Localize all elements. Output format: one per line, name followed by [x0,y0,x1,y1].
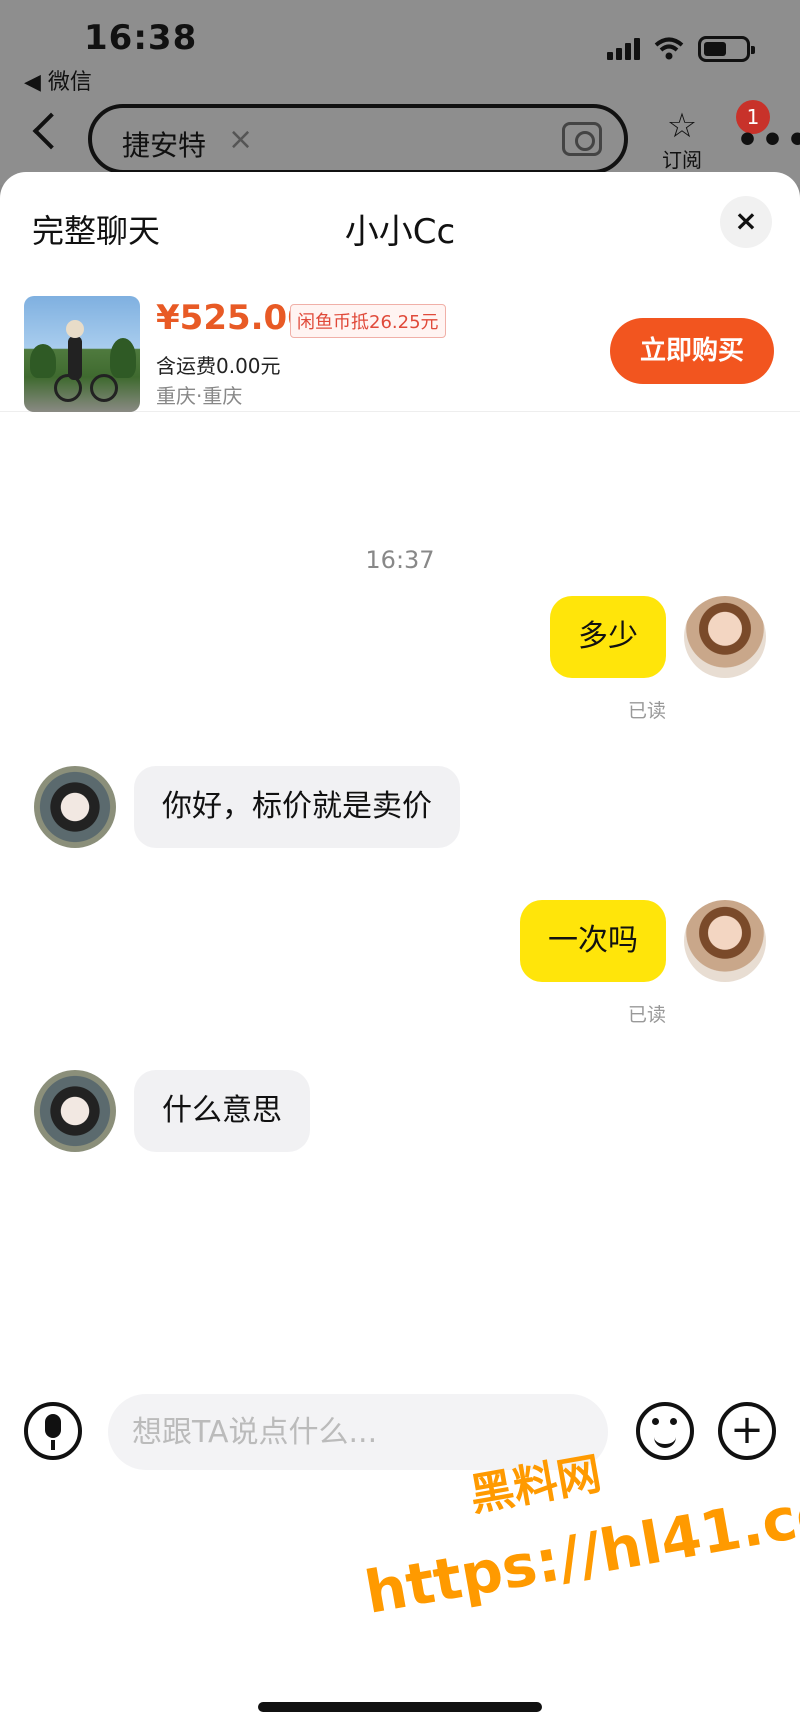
star-plus-icon: ☆ [666,106,698,146]
status-time: 16:38 [84,18,198,58]
product-location: 重庆·重庆 [156,384,243,408]
message-bubble-sent[interactable]: 一次吗 [520,900,666,982]
message-bubble-sent[interactable]: 多少 [550,596,666,678]
message-input[interactable] [108,1394,608,1470]
search-bar[interactable]: 捷安特 × [88,104,628,174]
seller-avatar[interactable] [34,766,116,848]
product-price: ¥525.00 [156,298,311,338]
clear-search-icon[interactable]: × [228,122,253,157]
read-status: 已读 [627,1004,666,1026]
chat-sheet: 完整聊天 小小Cc × ¥525.00 闲鱼币抵26.25元 含运费0.00元 … [0,172,800,1732]
my-avatar[interactable] [684,900,766,982]
battery-icon [698,36,755,62]
chat-timestamp: 16:37 [365,546,435,574]
message-input-bar: + [0,1380,800,1490]
my-avatar[interactable] [684,596,766,678]
message-bubble-received[interactable]: 你好，标价就是卖价 [134,766,460,848]
wifi-icon [654,37,684,60]
product-thumbnail[interactable] [24,296,140,412]
seller-avatar[interactable] [34,1070,116,1152]
signal-icon [607,38,640,60]
close-button[interactable]: × [720,196,772,248]
back-to-wechat[interactable]: ◀ 微信 [24,64,92,96]
microphone-icon[interactable] [24,1402,82,1460]
sheet-header: 完整聊天 小小Cc × [0,172,800,272]
subscribe-button[interactable]: ☆ 订阅 [652,108,712,173]
subscribe-label: 订阅 [662,148,702,172]
message-bubble-received[interactable]: 什么意思 [134,1070,310,1152]
product-card[interactable]: ¥525.00 闲鱼币抵26.25元 含运费0.00元 重庆·重庆 立即购买 [0,272,800,412]
ellipsis-icon: ••• [736,120,800,161]
emoji-icon[interactable] [636,1402,694,1460]
search-query[interactable]: 捷安特 [122,124,206,164]
top-bar: 16:38 ◀ 微信 捷安特 × ☆ 订阅 1 ••• [0,0,800,185]
home-indicator[interactable] [258,1702,542,1712]
buy-now-button[interactable]: 立即购买 [610,318,774,384]
plus-icon[interactable]: + [718,1402,776,1460]
status-icons [607,36,755,62]
shipping-fee: 含运费0.00元 [156,354,281,378]
camera-icon[interactable] [562,122,602,156]
more-button[interactable]: 1 ••• [728,100,800,160]
chat-title: 小小Cc [344,212,456,252]
back-icon[interactable] [32,112,70,150]
coin-discount-tag: 闲鱼币抵26.25元 [290,304,446,338]
read-status: 已读 [627,700,666,722]
